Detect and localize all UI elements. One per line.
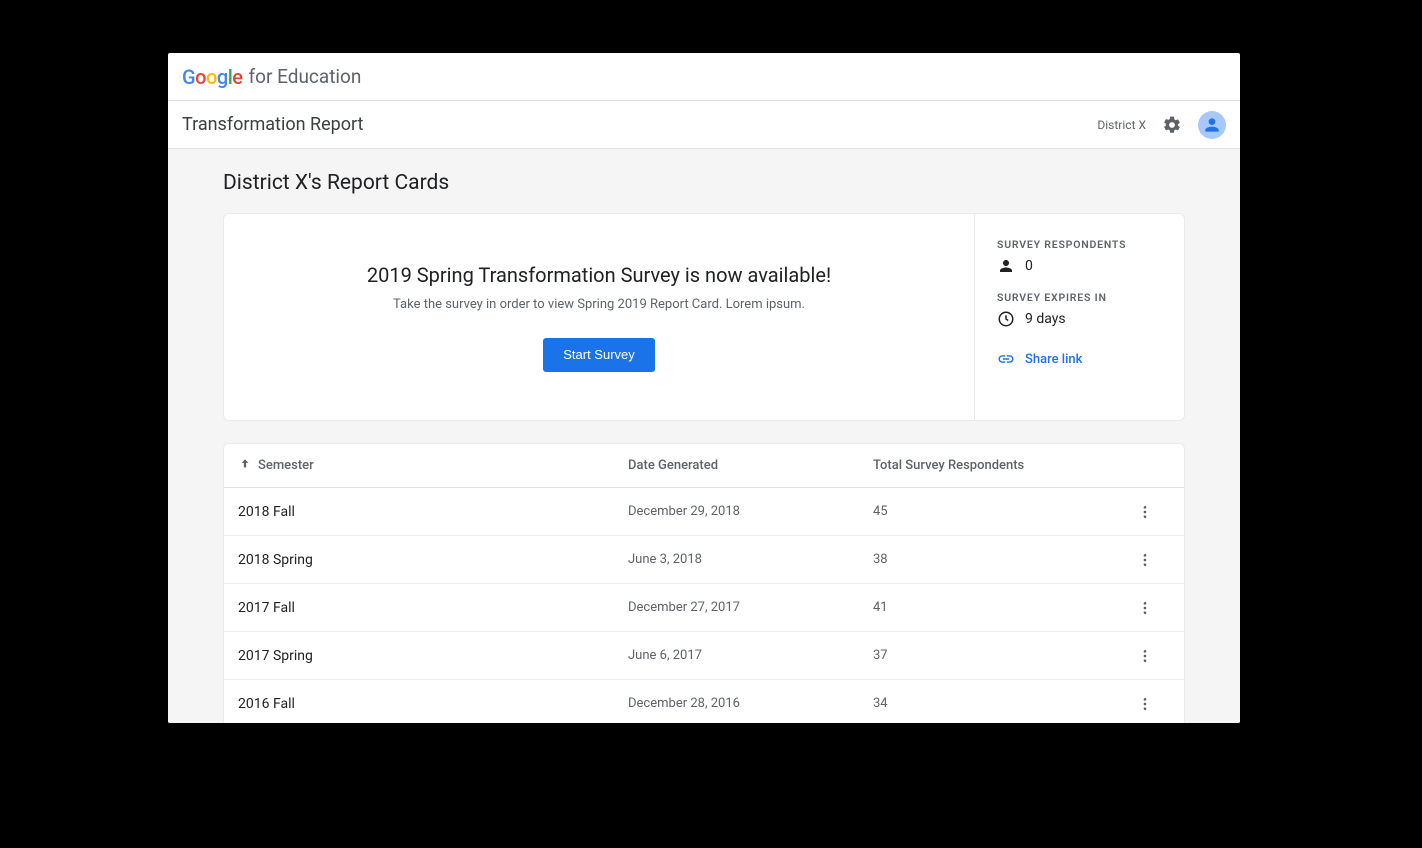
avatar[interactable] bbox=[1198, 111, 1226, 139]
share-link-label: Share link bbox=[1025, 352, 1082, 367]
table-row[interactable]: 2018 SpringJune 3, 201838 bbox=[224, 536, 1184, 584]
survey-hero-card: 2019 Spring Transformation Survey is now… bbox=[223, 213, 1185, 421]
table-row[interactable]: 2017 SpringJune 6, 201737 bbox=[224, 632, 1184, 680]
app-window: Google for Education Transformation Repo… bbox=[168, 53, 1240, 723]
brand-suffix: for Education bbox=[249, 65, 362, 88]
survey-hero-side: SURVEY RESPONDENTS 0 SURVEY EXPIRES IN bbox=[974, 214, 1184, 420]
table-header-row: Semester Date Generated Total Survey Res… bbox=[224, 444, 1184, 488]
expires-block: SURVEY EXPIRES IN 9 days bbox=[997, 291, 1162, 328]
district-label: District X bbox=[1097, 118, 1146, 132]
app-header: Transformation Report District X bbox=[168, 101, 1240, 149]
table-row[interactable]: 2018 FallDecember 29, 201845 bbox=[224, 488, 1184, 536]
cell-respondents: 37 bbox=[873, 648, 1120, 663]
share-link-button[interactable]: Share link bbox=[997, 350, 1162, 368]
cell-date: December 28, 2016 bbox=[628, 696, 873, 711]
expires-label: SURVEY EXPIRES IN bbox=[997, 291, 1162, 304]
cell-semester: 2018 Fall bbox=[238, 504, 628, 520]
content-area: District X's Report Cards 2019 Spring Tr… bbox=[168, 149, 1240, 723]
row-more-menu-button[interactable] bbox=[1120, 696, 1170, 712]
header-right: District X bbox=[1097, 111, 1226, 139]
table-row[interactable]: 2017 FallDecember 27, 201741 bbox=[224, 584, 1184, 632]
row-more-menu-button[interactable] bbox=[1120, 600, 1170, 616]
start-survey-button[interactable]: Start Survey bbox=[543, 338, 655, 372]
respondents-block: SURVEY RESPONDENTS 0 bbox=[997, 238, 1162, 275]
gear-icon[interactable] bbox=[1162, 115, 1182, 135]
table-row[interactable]: 2016 FallDecember 28, 201634 bbox=[224, 680, 1184, 723]
cell-respondents: 45 bbox=[873, 504, 1120, 519]
cell-semester: 2018 Spring bbox=[238, 552, 628, 568]
semester-header-label: Semester bbox=[258, 458, 314, 473]
cell-date: December 29, 2018 bbox=[628, 504, 873, 519]
expires-value-row: 9 days bbox=[997, 310, 1162, 328]
cell-respondents: 41 bbox=[873, 600, 1120, 615]
cell-date: June 3, 2018 bbox=[628, 552, 873, 567]
row-more-menu-button[interactable] bbox=[1120, 552, 1170, 568]
sort-arrow-up-icon bbox=[238, 457, 252, 475]
cell-semester: 2017 Fall bbox=[238, 600, 628, 616]
respondents-value-row: 0 bbox=[997, 257, 1162, 275]
date-column-header[interactable]: Date Generated bbox=[628, 458, 873, 473]
app-title: Transformation Report bbox=[182, 114, 363, 135]
survey-hero-main: 2019 Spring Transformation Survey is now… bbox=[224, 214, 974, 420]
respondents-label: SURVEY RESPONDENTS bbox=[997, 238, 1162, 251]
cell-semester: 2017 Spring bbox=[238, 648, 628, 664]
link-icon bbox=[997, 350, 1015, 368]
clock-icon bbox=[997, 310, 1015, 328]
report-table: Semester Date Generated Total Survey Res… bbox=[223, 443, 1185, 723]
google-logo: Google bbox=[182, 65, 243, 89]
expires-value: 9 days bbox=[1025, 311, 1066, 327]
respondents-value: 0 bbox=[1025, 258, 1033, 274]
cell-semester: 2016 Fall bbox=[238, 696, 628, 712]
person-icon bbox=[997, 257, 1015, 275]
survey-hero-title: 2019 Spring Transformation Survey is now… bbox=[367, 263, 831, 287]
cell-date: December 27, 2017 bbox=[628, 600, 873, 615]
table-body: 2018 FallDecember 29, 2018452018 SpringJ… bbox=[224, 488, 1184, 723]
survey-hero-subtitle: Take the survey in order to view Spring … bbox=[393, 297, 805, 312]
cell-respondents: 34 bbox=[873, 696, 1120, 711]
respondents-column-header[interactable]: Total Survey Respondents bbox=[873, 458, 1120, 473]
brand-bar: Google for Education bbox=[168, 53, 1240, 101]
row-more-menu-button[interactable] bbox=[1120, 648, 1170, 664]
semester-column-header[interactable]: Semester bbox=[238, 457, 628, 475]
cell-date: June 6, 2017 bbox=[628, 648, 873, 663]
cell-respondents: 38 bbox=[873, 552, 1120, 567]
row-more-menu-button[interactable] bbox=[1120, 504, 1170, 520]
page-title: District X's Report Cards bbox=[223, 171, 1185, 195]
